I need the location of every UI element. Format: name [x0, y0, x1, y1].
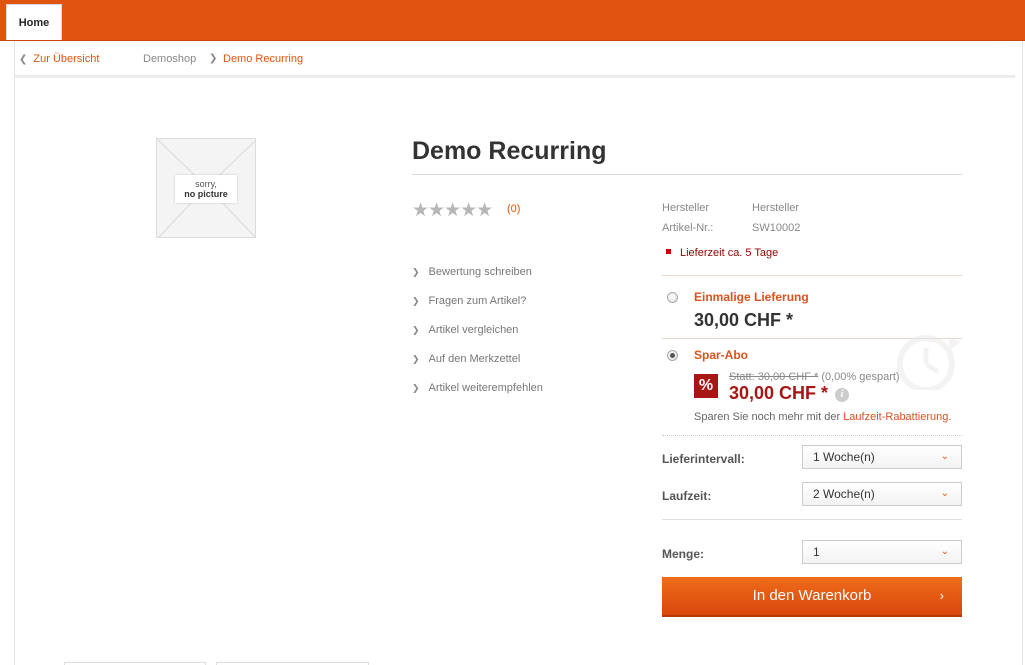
- one-time-delivery-label[interactable]: Einmalige Lieferung: [694, 290, 809, 304]
- article-number-value: SW10002: [752, 222, 801, 234]
- saved-percent: (0,00% gespart): [821, 371, 900, 383]
- page-frame-left: [14, 41, 15, 665]
- manufacturer-row: Hersteller Hersteller: [662, 202, 799, 214]
- abo-price: 30,00 CHF *: [729, 383, 829, 403]
- chevron-right-icon: ❯: [412, 383, 420, 393]
- action-label: Bewertung schreiben: [428, 266, 532, 278]
- chevron-down-icon: ⌄: [940, 488, 949, 499]
- save-more-text: Sparen Sie noch mehr mit der Laufzeit-Ra…: [694, 411, 951, 423]
- add-to-cart-button[interactable]: In den Warenkorb ›: [662, 577, 962, 617]
- product-image-placeholder[interactable]: sorry, no picture: [156, 138, 256, 238]
- back-link-label: Zur Übersicht: [33, 53, 100, 65]
- interval-label: Lieferintervall:: [662, 452, 745, 466]
- page-frame-right: [1022, 41, 1023, 665]
- chevron-right-icon: ❯: [412, 296, 420, 306]
- no-picture-line1: sorry,: [195, 179, 217, 189]
- recurring-clock-icon: [897, 335, 960, 390]
- breadcrumb-item-current[interactable]: Demo Recurring: [223, 53, 303, 65]
- chevron-right-icon: ❯: [412, 267, 420, 277]
- action-ask-question[interactable]: ❯ Fragen zum Artikel?: [412, 295, 543, 324]
- title-divider: [412, 174, 962, 175]
- rating-count-link[interactable]: (0): [507, 203, 520, 215]
- action-write-review[interactable]: ❯ Bewertung schreiben: [412, 266, 543, 295]
- quantity-label: Menge:: [662, 547, 704, 561]
- action-label: Auf den Merkzettel: [428, 353, 521, 365]
- old-price-info: Statt: 30,00 CHF * (0,00% gespart): [729, 371, 900, 383]
- action-label: Fragen zum Artikel?: [428, 295, 527, 307]
- chevron-right-icon: ❯: [412, 354, 420, 364]
- radio-one-time-delivery[interactable]: [667, 292, 678, 303]
- radio-spar-abo[interactable]: [667, 350, 678, 361]
- duration-select[interactable]: 2 Woche(n) ⌄: [802, 482, 962, 506]
- chevron-left-icon: ❮: [19, 54, 28, 65]
- breadcrumb: ❮ Zur Übersicht Demoshop ❯ Demo Recurring: [15, 41, 1015, 75]
- quantity-select[interactable]: 1 ⌄: [802, 540, 962, 564]
- interval-select-value: 1 Woche(n): [813, 450, 875, 464]
- one-time-price: 30,00 CHF *: [694, 310, 794, 330]
- action-label: Artikel weiterempfehlen: [428, 382, 543, 394]
- top-navigation: Home: [0, 0, 1025, 41]
- rating-stars-icon: ★★★★★: [412, 200, 493, 221]
- manufacturer-label: Hersteller: [662, 202, 710, 214]
- discount-badge-icon: %: [694, 374, 718, 398]
- no-picture-line2: no picture: [184, 189, 228, 199]
- chevron-down-icon: ⌄: [940, 451, 949, 462]
- product-title: Demo Recurring: [412, 137, 607, 165]
- duration-label: Laufzeit:: [662, 489, 712, 503]
- nav-tab-home[interactable]: Home: [6, 4, 62, 40]
- spar-abo-label[interactable]: Spar-Abo: [694, 348, 748, 362]
- duration-select-value: 2 Woche(n): [813, 487, 875, 501]
- article-number-row: Artikel-Nr.: SW10002: [662, 222, 800, 234]
- action-recommend[interactable]: ❯ Artikel weiterempfehlen: [412, 382, 543, 411]
- manufacturer-value: Hersteller: [752, 202, 800, 214]
- action-label: Artikel vergleichen: [428, 324, 519, 336]
- breadcrumb-divider: [15, 75, 1015, 78]
- delivery-time-label: Lieferzeit ca. 5 Tage: [680, 247, 779, 259]
- arrow-right-icon: ›: [939, 588, 944, 603]
- action-compare[interactable]: ❯ Artikel vergleichen: [412, 324, 543, 353]
- divider: [662, 519, 962, 520]
- chevron-down-icon: ⌄: [940, 546, 949, 557]
- no-picture-label: sorry, no picture: [175, 175, 237, 203]
- save-text-suffix: .: [948, 411, 952, 423]
- product-actions-list: ❯ Bewertung schreiben ❯ Fragen zum Artikel…: [412, 266, 543, 411]
- delivery-status-icon: [666, 249, 671, 254]
- interval-select[interactable]: 1 Woche(n) ⌄: [802, 445, 962, 469]
- delivery-time: Lieferzeit ca. 5 Tage: [666, 247, 778, 259]
- back-to-overview-link[interactable]: ❮ Zur Übersicht: [19, 53, 99, 65]
- divider: [662, 435, 962, 436]
- chevron-right-icon: ❯: [412, 325, 420, 335]
- article-number-label: Artikel-Nr.:: [662, 222, 714, 234]
- action-add-to-wishlist[interactable]: ❯ Auf den Merkzettel: [412, 353, 543, 382]
- quantity-select-value: 1: [813, 545, 820, 559]
- old-price: Statt: 30,00 CHF *: [729, 371, 819, 383]
- runtime-discount-link[interactable]: Laufzeit-Rabattierung: [843, 411, 948, 423]
- divider: [662, 275, 962, 276]
- add-to-cart-label: In den Warenkorb: [752, 587, 872, 604]
- info-icon[interactable]: i: [835, 388, 849, 402]
- save-text-prefix: Sparen Sie noch mehr mit der: [694, 411, 844, 423]
- breadcrumb-item-demoshop[interactable]: Demoshop: [143, 53, 196, 65]
- chevron-right-icon: ❯: [209, 53, 218, 64]
